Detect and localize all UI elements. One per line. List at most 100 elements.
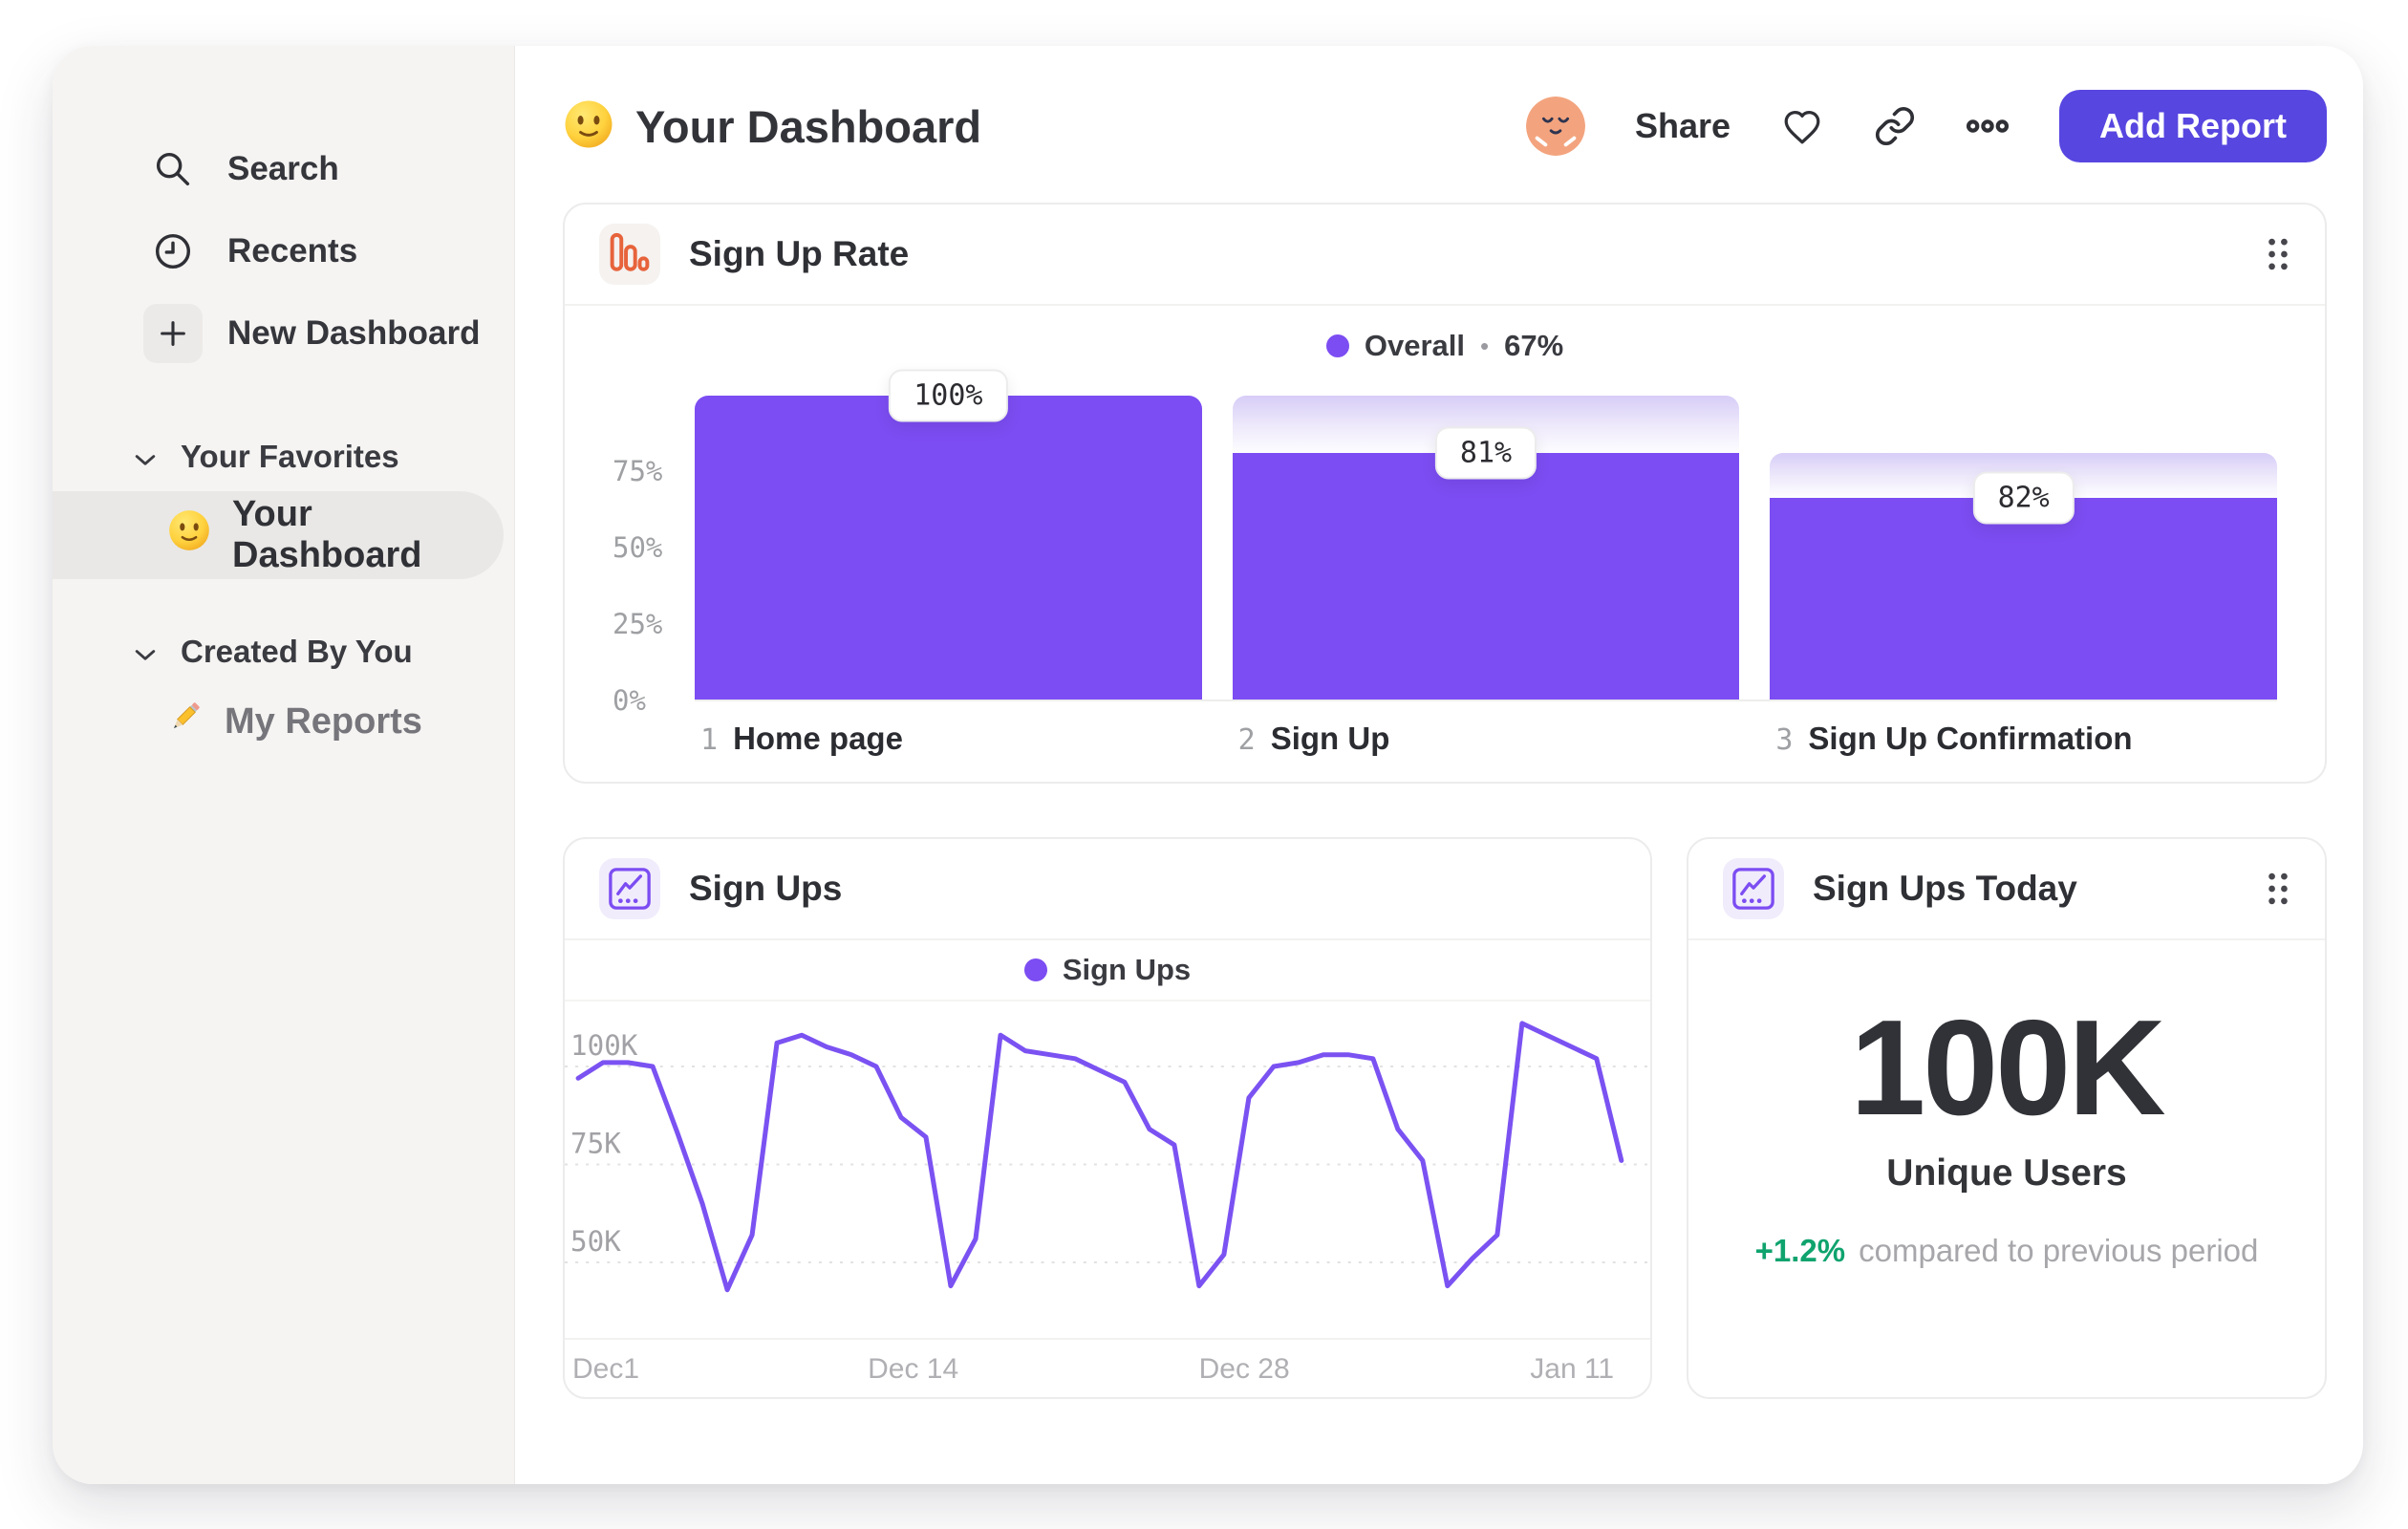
sidebar-item-label: New Dashboard xyxy=(227,314,481,352)
favorite-heart-icon[interactable] xyxy=(1780,104,1824,148)
funnel-bar-step-2[interactable]: 81% xyxy=(1232,396,1740,700)
y-axis-tick: 25% xyxy=(613,608,663,640)
sidebar-item-new-dashboard[interactable]: New Dashboard xyxy=(53,292,514,375)
sidebar-item-label: Recents xyxy=(227,232,358,269)
signups-today-card: Sign Ups Today 100K Unique Users +1.2% co… xyxy=(1687,837,2327,1399)
y-axis-tick: 50% xyxy=(613,531,663,564)
line-chart-icon xyxy=(599,858,660,919)
user-avatar[interactable] xyxy=(1525,97,1585,156)
plus-icon xyxy=(143,304,203,363)
legend-separator: • xyxy=(1479,331,1490,360)
metric-label: Unique Users xyxy=(1886,1152,2127,1194)
section-title: Your Favorites xyxy=(181,439,399,474)
drag-handle-icon[interactable] xyxy=(2266,872,2290,906)
funnel-step-labels: 1 Home page 2 Sign Up 3 Sign Up Confirmation xyxy=(695,721,2277,757)
funnel-step-name: Home page xyxy=(733,721,903,756)
chevron-down-icon xyxy=(135,634,156,670)
sidebar-item-recents[interactable]: Recents xyxy=(53,210,514,292)
funnel-y-axis: 75% 50% 25% 0% xyxy=(613,396,689,717)
funnel-step-index: 2 xyxy=(1237,723,1256,757)
y-axis-tick: 100K xyxy=(570,1029,638,1062)
legend-overall-value: 67% xyxy=(1504,329,1564,362)
funnel-conversion-badge: 100% xyxy=(889,369,1008,422)
page-title-wrap: Your Dashboard xyxy=(563,98,981,155)
y-axis-tick: 75% xyxy=(613,455,663,487)
signups-line-svg: 100K 75K 50K xyxy=(565,1021,1650,1293)
funnel-bar-converted xyxy=(1232,453,1740,700)
funnel-step-label: 1 Home page xyxy=(695,721,1202,757)
funnel-bar-converted xyxy=(1770,497,2277,700)
signups-line xyxy=(575,1021,1624,1293)
add-report-button[interactable]: Add Report xyxy=(2059,90,2327,162)
bar-chart-icon xyxy=(599,224,660,285)
funnel-step-index: 1 xyxy=(700,723,719,757)
legend-series-name: Overall xyxy=(1364,329,1465,362)
main-content: Your Dashboard Share Add Report Sign Up … xyxy=(515,46,2363,1484)
line-chart-icon xyxy=(1723,858,1784,919)
legend-dot xyxy=(1023,958,1047,981)
signups-card: Sign Ups Sign Ups 100K 75K 50K Dec1 Dec 14 D… xyxy=(563,837,1652,1399)
card-title: Sign Ups Today xyxy=(1813,869,2077,908)
clock-icon xyxy=(143,222,203,281)
metric-body: 100K Unique Users +1.2% compared to previ… xyxy=(1688,940,2325,1269)
pencil-emoji-icon xyxy=(165,697,205,746)
funnel-conversion-badge: 82% xyxy=(1972,471,2075,525)
chevron-down-icon xyxy=(135,439,156,475)
signup-rate-card-header: Sign Up Rate xyxy=(565,205,2325,306)
sidebar-item-label: Your Dashboard xyxy=(232,494,422,575)
funnel-step-label: 2 Sign Up xyxy=(1233,721,1740,757)
funnel-step-label: 3 Sign Up Confirmation xyxy=(1770,721,2277,757)
card-title: Sign Ups xyxy=(689,869,843,908)
funnel-bar-converted xyxy=(695,396,1202,700)
header-controls: Share Add Report xyxy=(1525,90,2327,162)
sidebar-item-your-dashboard[interactable]: Your Dashboard xyxy=(53,491,504,579)
sidebar-item-label: My Reports xyxy=(225,700,422,742)
funnel-bar-step-1[interactable]: 100% xyxy=(695,369,1202,700)
x-axis-tick: Jan 11 xyxy=(1530,1353,1615,1385)
signup-rate-card: Sign Up Rate Overall • 67% 75% 50% 25% 0… xyxy=(563,203,2327,784)
legend-dot xyxy=(1325,334,1349,357)
funnel-step-index: 3 xyxy=(1775,723,1794,757)
funnel-bar xyxy=(695,396,1202,700)
sidebar-item-my-reports[interactable]: My Reports xyxy=(53,688,514,755)
sidebar-section-created-by-you[interactable]: Created By You xyxy=(53,623,514,680)
funnel-conversion-badge: 81% xyxy=(1434,426,1537,480)
signups-card-header: Sign Ups xyxy=(565,839,1650,940)
metric-delta: +1.2% xyxy=(1754,1233,1846,1268)
signups-line-chart[interactable]: 100K 75K 50K Dec1 Dec 14 Dec 28 Jan 11 xyxy=(565,1001,1650,1397)
cards-row: Sign Ups Sign Ups 100K 75K 50K Dec1 Dec 14 D… xyxy=(563,837,2327,1399)
x-axis-tick: Dec1 xyxy=(572,1353,640,1385)
metric-value: 100K xyxy=(1850,992,2165,1144)
sidebar-item-label: Search xyxy=(227,150,339,187)
smiley-emoji-icon xyxy=(563,98,614,155)
funnel-bar-step-3[interactable]: 82% xyxy=(1770,396,2277,700)
sidebar: Search Recents New Dashboard Your Favori… xyxy=(53,46,515,1484)
search-icon xyxy=(143,140,203,199)
funnel-bars: 100% 81% 82% xyxy=(695,369,2277,701)
sidebar-section-your-favorites[interactable]: Your Favorites xyxy=(53,428,514,485)
signups-today-card-header: Sign Ups Today xyxy=(1688,839,2325,940)
sidebar-item-search[interactable]: Search xyxy=(53,128,514,210)
x-axis-tick: Dec 14 xyxy=(868,1353,959,1385)
funnel-chart: 75% 50% 25% 0% 100% 81% 82% 1 Home page 2 Sig… xyxy=(613,369,2277,757)
dashboard-header: Your Dashboard Share Add Report xyxy=(563,88,2327,164)
copy-link-icon[interactable] xyxy=(1874,105,1916,147)
card-title: Sign Up Rate xyxy=(689,234,910,273)
y-axis-tick: 0% xyxy=(613,684,646,717)
section-title: Created By You xyxy=(181,634,413,669)
x-axis-tick: Dec 28 xyxy=(1198,1353,1290,1385)
metric-note-text: compared to previous period xyxy=(1859,1233,2259,1268)
smiley-emoji-icon xyxy=(167,508,211,562)
share-button[interactable]: Share xyxy=(1635,106,1731,146)
funnel-step-name: Sign Up Confirmation xyxy=(1808,721,2133,756)
app-window: Search Recents New Dashboard Your Favori… xyxy=(53,46,2363,1484)
x-axis-labels: Dec1 Dec 14 Dec 28 Jan 11 xyxy=(565,1338,1650,1397)
more-options-ellipsis-icon[interactable] xyxy=(1966,104,2010,148)
drag-handle-icon[interactable] xyxy=(2266,237,2290,271)
page-title: Your Dashboard xyxy=(635,100,982,152)
legend-series-name: Sign Ups xyxy=(1062,953,1192,986)
y-axis-tick: 50K xyxy=(570,1225,621,1258)
funnel-legend[interactable]: Overall • 67% xyxy=(613,329,2277,363)
signups-legend[interactable]: Sign Ups xyxy=(565,940,1650,1001)
metric-comparison: +1.2% compared to previous period xyxy=(1688,1233,2325,1269)
